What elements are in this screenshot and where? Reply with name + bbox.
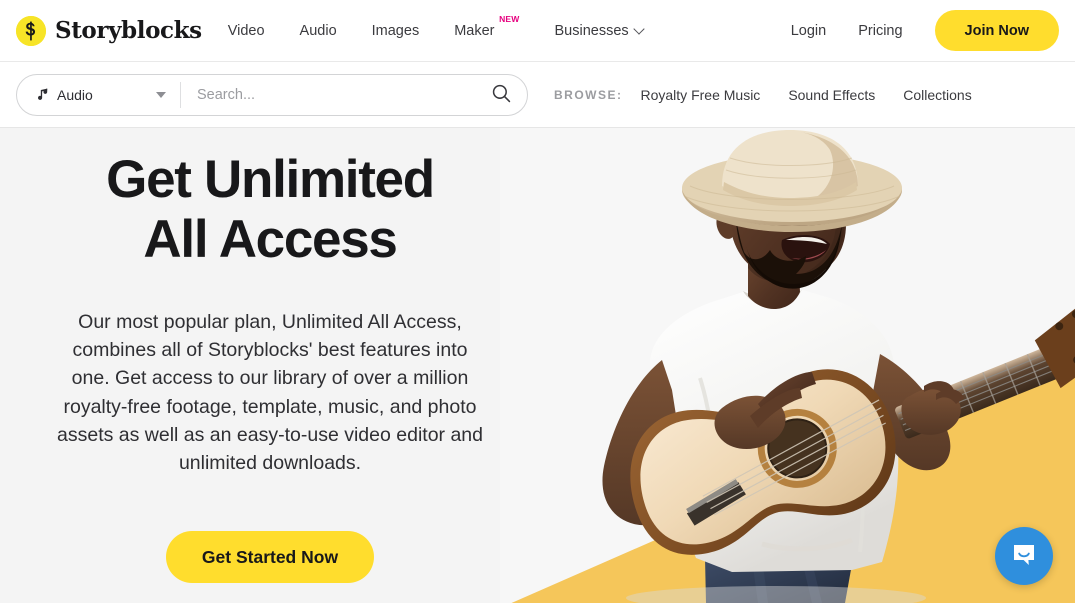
hero-description: Our most popular plan, Unlimited All Acc…: [57, 310, 483, 475]
login-link[interactable]: Login: [791, 17, 826, 45]
top-navigation-bar: Storyblocks Video Audio Images Maker NEW …: [0, 0, 1075, 62]
brand-logo[interactable]: Storyblocks: [16, 15, 202, 46]
search-category-dropdown[interactable]: Audio: [17, 75, 180, 115]
chat-launcher-button[interactable]: [995, 527, 1053, 585]
browse-link-royalty-free-music[interactable]: Royalty Free Music: [641, 87, 761, 103]
storyblocks-s-logo-icon: [16, 15, 46, 46]
search-icon: [491, 83, 512, 107]
browse-link-collections[interactable]: Collections: [903, 87, 971, 103]
nav-item-video[interactable]: Video: [228, 17, 265, 45]
music-note-icon: [35, 87, 50, 102]
search-input[interactable]: [181, 74, 475, 115]
search-category-label: Audio: [57, 86, 93, 103]
pricing-link[interactable]: Pricing: [858, 17, 902, 45]
guitarist-photo-illustration: [602, 130, 1075, 603]
hero-title: Get Unlimited All Access: [106, 150, 435, 269]
get-started-now-button[interactable]: Get Started Now: [165, 531, 375, 584]
nav-item-businesses-label: Businesses: [554, 22, 629, 39]
hero-copy-block: Get Unlimited All Access Our most popula…: [0, 128, 540, 603]
hero-section: Get Unlimited All Access Our most popula…: [0, 128, 1075, 603]
chevron-down-icon: [632, 22, 645, 35]
hero-image: [500, 128, 1075, 603]
browse-label: BROWSE:: [554, 87, 623, 102]
nav-item-images[interactable]: Images: [372, 17, 420, 45]
search-bar: Audio: [16, 73, 528, 116]
browse-links: BROWSE: Royalty Free Music Sound Effects…: [554, 87, 972, 103]
search-bar-row: Audio BROWSE: Royalty Free Music Sound E…: [0, 62, 1075, 128]
nav-item-maker[interactable]: Maker NEW: [454, 14, 519, 45]
nav-item-audio[interactable]: Audio: [300, 17, 337, 45]
nav-item-maker-label: Maker: [454, 22, 495, 39]
join-now-button[interactable]: Join Now: [934, 10, 1059, 51]
chat-bubble-smile-icon: [1010, 541, 1038, 572]
caret-down-icon: [156, 91, 166, 98]
primary-nav-links: Video Audio Images Maker NEW Businesses: [228, 14, 645, 45]
browse-link-sound-effects[interactable]: Sound Effects: [788, 87, 875, 103]
nav-item-businesses[interactable]: Businesses: [554, 17, 645, 45]
search-submit-button[interactable]: [475, 75, 527, 115]
new-badge: NEW: [499, 13, 520, 24]
brand-name: Storyblocks: [55, 17, 202, 44]
page-root: Storyblocks Video Audio Images Maker NEW …: [0, 0, 1075, 603]
nav-right-cluster: Login Pricing Join Now: [791, 10, 1059, 51]
